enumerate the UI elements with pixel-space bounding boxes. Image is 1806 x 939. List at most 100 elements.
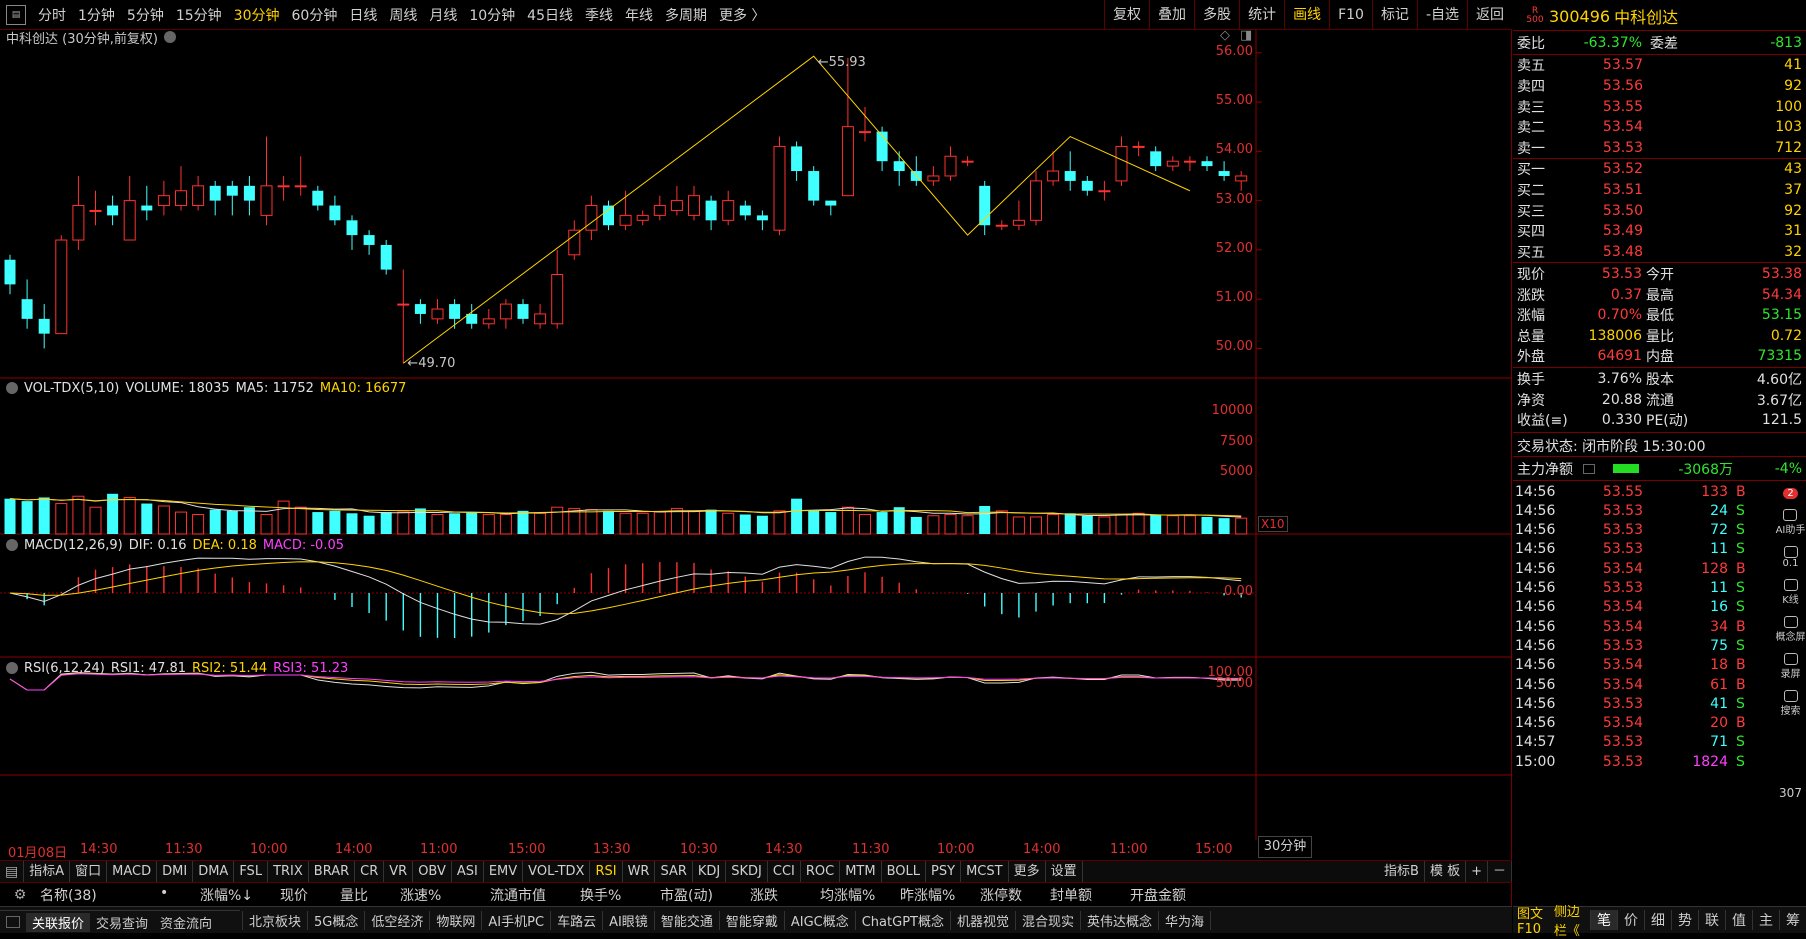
period-tab[interactable]: 更多 〉 [713, 5, 771, 25]
indicator-tab[interactable]: DMI [157, 860, 194, 883]
indicator-tab[interactable]: 窗口 [70, 860, 108, 883]
indicator-right-button[interactable]: 模 板 [1425, 860, 1467, 883]
column-header-cell[interactable]: • [160, 885, 200, 905]
concept-tab[interactable]: ChatGPT概念 [856, 910, 951, 930]
indicator-tab[interactable]: WR [623, 860, 656, 883]
indicator-tab[interactable]: KDJ [693, 860, 727, 883]
period-tab[interactable]: 10分钟 [463, 5, 521, 25]
indicator-tab[interactable]: DMA [193, 860, 235, 883]
indicator-tab[interactable]: SKDJ [726, 860, 768, 883]
period-tab[interactable]: 年线 [619, 5, 659, 25]
ask-row[interactable]: 卖二 53.54 103 [1513, 117, 1806, 137]
period-tab[interactable]: 分时 [32, 5, 72, 25]
detail-tab[interactable]: 笔 [1590, 910, 1617, 930]
bottom-tab[interactable]: 交易查询 [90, 913, 154, 932]
concept-tab[interactable]: 车路云 [551, 910, 604, 930]
sidebar-link[interactable]: 侧边栏《 [1550, 901, 1590, 939]
detail-tab[interactable]: 筹 [1779, 910, 1806, 930]
concept-tab[interactable]: AI手机PC [482, 910, 552, 930]
dropdown-icon[interactable] [163, 31, 176, 43]
indicator-tab[interactable]: PSY [926, 860, 962, 883]
indicator-tab[interactable]: 更多 [1009, 860, 1046, 883]
indicator-tab[interactable]: MCST [961, 860, 1009, 883]
indicator-tab[interactable]: EMV [484, 860, 524, 883]
period-tab[interactable]: 1分钟 [72, 5, 121, 25]
concept-tab[interactable]: AIGC概念 [785, 910, 856, 930]
indicator-tab[interactable]: CR [355, 860, 385, 883]
ask-row[interactable]: 卖一 53.53 712 [1513, 138, 1806, 158]
column-header-cell[interactable]: 涨速% [400, 885, 490, 905]
tool-button[interactable]: 画线 [1284, 0, 1329, 30]
column-header-cell[interactable]: 换手% [580, 885, 660, 905]
concept-tab[interactable]: 5G概念 [308, 910, 366, 930]
diamond-icon[interactable]: ◇ [1220, 28, 1230, 43]
macd-menu-icon[interactable] [6, 539, 18, 551]
settings-gear-icon[interactable]: ⚙ [0, 887, 40, 903]
side-tool[interactable]: 0.1 [1783, 546, 1798, 569]
bid-row[interactable]: 买四 53.49 31 [1513, 221, 1806, 241]
concept-tab[interactable]: 英伟达概念 [1081, 910, 1160, 930]
ask-row[interactable]: 卖三 53.55 100 [1513, 97, 1806, 117]
period-tab[interactable]: 15分钟 [170, 5, 228, 25]
bottom-tab[interactable]: 资金流向 [154, 913, 218, 932]
f10-link[interactable]: 图文F10 [1513, 903, 1550, 937]
indicator-tab[interactable]: VOL-TDX [523, 860, 591, 883]
concept-tab[interactable]: AI眼镜 [603, 910, 655, 930]
chart-canvas[interactable]: ←55.93 ←49.70 [0, 30, 1512, 840]
tool-button[interactable]: F10 [1329, 0, 1372, 30]
tool-button[interactable]: 返回 [1467, 0, 1512, 30]
bid-row[interactable]: 买五 53.48 32 [1513, 242, 1806, 262]
column-header-cell[interactable]: 涨幅%↓ [200, 885, 280, 905]
indicator-tab[interactable]: BOLL [882, 860, 927, 883]
concept-tab[interactable]: 低空经济 [365, 910, 431, 930]
tool-button[interactable]: 叠加 [1149, 0, 1194, 30]
period-tab[interactable]: 5分钟 [121, 5, 170, 25]
period-button[interactable]: 30分钟 [1258, 836, 1312, 858]
period-tab[interactable]: 周线 [383, 5, 423, 25]
concept-tab[interactable]: 智能交通 [655, 910, 720, 930]
bid-row[interactable]: 买一 53.52 43 [1513, 159, 1806, 179]
side-tool[interactable]: 录屏 [1781, 653, 1801, 680]
column-header-cell[interactable]: 开盘金额 [1130, 885, 1210, 905]
info-icon[interactable] [1583, 463, 1595, 474]
period-tab[interactable]: 月线 [423, 5, 463, 25]
tool-button[interactable]: 多股 [1194, 0, 1239, 30]
concept-tab[interactable]: 物联网 [430, 910, 483, 930]
detail-tab[interactable]: 联 [1698, 910, 1725, 930]
tool-button[interactable]: -自选 [1416, 0, 1467, 30]
indicator-tab[interactable]: CCI [768, 860, 801, 883]
indicator-right-button[interactable]: + [1466, 860, 1488, 883]
indicator-right-button[interactable]: 指标B [1379, 860, 1425, 883]
column-header-cell[interactable]: 涨停数 [980, 885, 1050, 905]
concept-tab[interactable]: 北京板块 [243, 910, 309, 930]
indicator-tab[interactable]: OBV [413, 860, 452, 883]
bid-row[interactable]: 买二 53.51 37 [1513, 180, 1806, 200]
indicator-tab[interactable]: BRAR [309, 860, 356, 883]
column-header-cell[interactable]: 流通市值 [490, 885, 580, 905]
column-header-cell[interactable]: 市盈(动) [660, 885, 750, 905]
column-header-cell[interactable]: 昨涨幅% [900, 885, 980, 905]
concept-tab[interactable]: 智能穿戴 [720, 910, 785, 930]
menu-icon[interactable]: ▤ [6, 4, 26, 25]
ask-row[interactable]: 卖四 53.56 92 [1513, 76, 1806, 96]
indicator-tab[interactable]: MACD [107, 860, 158, 883]
period-tab[interactable]: 30分钟 [228, 5, 286, 25]
period-tab[interactable]: 45日线 [521, 5, 579, 25]
indicator-tab[interactable]: VR [384, 860, 414, 883]
period-tab[interactable]: 日线 [343, 5, 383, 25]
window-icon[interactable]: ◨ [1240, 28, 1252, 43]
tool-button[interactable]: 统计 [1239, 0, 1284, 30]
indicator-tab[interactable]: 指标A [24, 860, 71, 883]
column-header-cell[interactable]: 量比 [340, 885, 400, 905]
indicator-tab[interactable]: TRIX [268, 860, 309, 883]
bid-row[interactable]: 买三 53.50 92 [1513, 201, 1806, 221]
indicator-tab[interactable]: RSI [590, 860, 623, 883]
bottom-tab[interactable]: 关联报价 [26, 912, 91, 932]
tool-button[interactable]: 复权 [1104, 0, 1149, 30]
ask-row[interactable]: 卖五 53.57 41 [1513, 55, 1806, 75]
indicator-tab[interactable]: SAR [655, 860, 693, 883]
detail-tab[interactable]: 价 [1617, 910, 1644, 930]
concept-tab[interactable]: 华为海 [1159, 910, 1212, 930]
detail-tab[interactable]: 细 [1644, 910, 1671, 930]
bottom-menu-icon[interactable] [6, 916, 20, 928]
